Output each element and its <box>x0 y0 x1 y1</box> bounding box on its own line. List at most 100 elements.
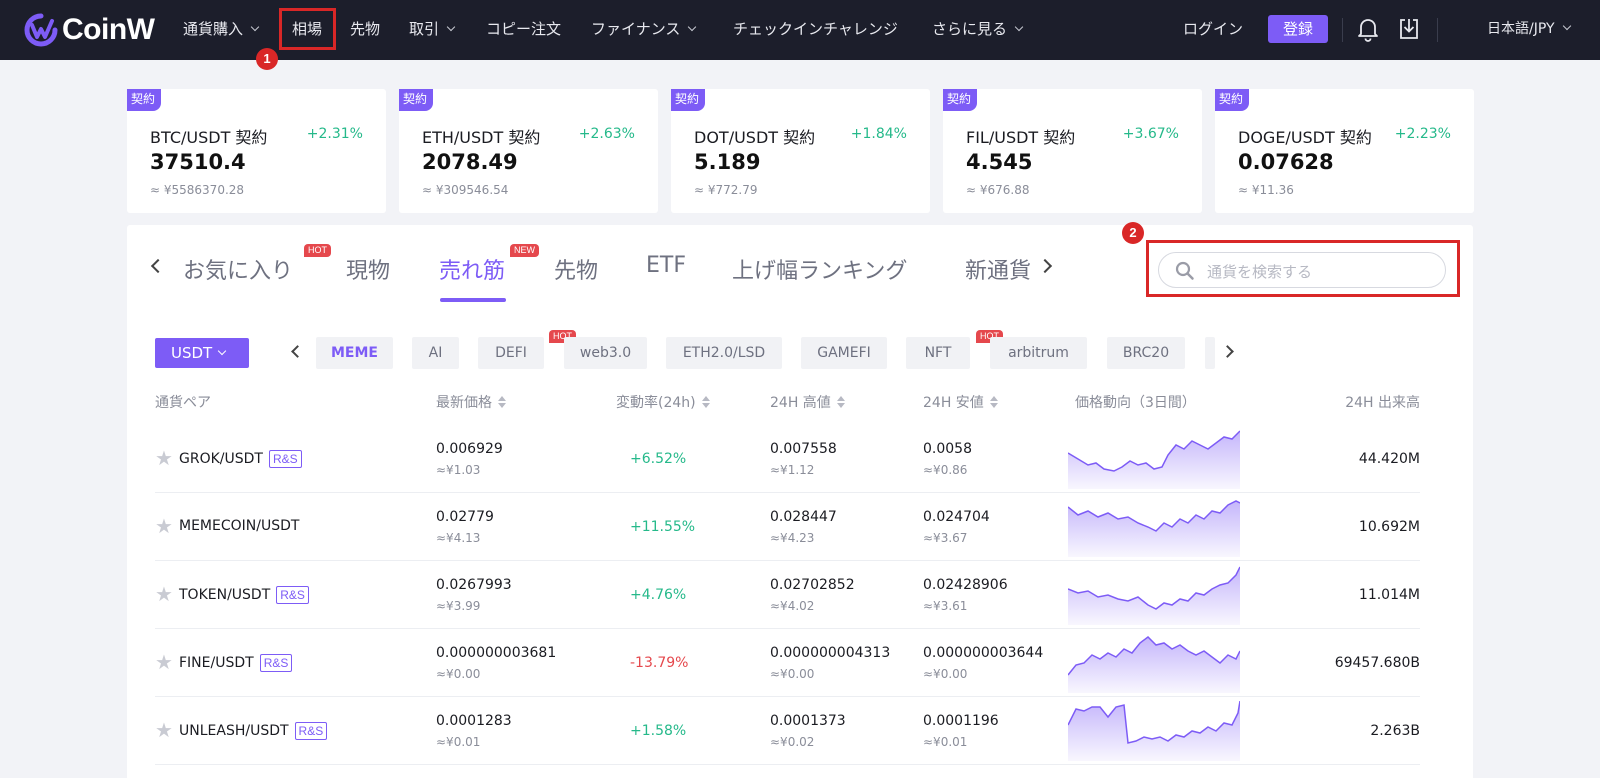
register-button[interactable]: 登録 <box>1268 15 1328 43</box>
top-nav: CoinW 通貨購入 相場 先物 取引 コピー注文 ファイナンス チェックインチ… <box>0 0 1600 60</box>
header-change[interactable]: 変動率(24h) <box>616 392 710 412</box>
language-selector[interactable]: 日本語/JPY <box>1487 18 1571 40</box>
star-icon[interactable]: ★ <box>155 584 173 604</box>
ticker-change: +2.31% <box>306 126 363 142</box>
chevron-left-icon[interactable] <box>291 345 304 358</box>
table-row[interactable]: ★ GROK/USDT R&S 0.006929 ≈¥1.03 +6.52% 0.… <box>155 425 1420 493</box>
last-price: 0.000000003681 <box>436 645 557 661</box>
sort-icon <box>701 396 710 408</box>
ticker-card[interactable]: 契約 DOT/USDT 契約 +1.84% 5.189 ≈ ¥772.79 <box>671 89 930 213</box>
category-arbitrum[interactable]: arbitrum <box>990 337 1087 369</box>
ticker-change: +2.23% <box>1394 126 1451 142</box>
star-icon[interactable]: ★ <box>155 516 173 536</box>
sort-icon <box>836 396 845 408</box>
ticker-change: +3.67% <box>1122 126 1179 142</box>
chevron-left-icon[interactable] <box>150 258 166 274</box>
change-percent: +6.52% <box>630 451 687 467</box>
volume-24h: 10.692M <box>1358 519 1420 535</box>
table-row[interactable]: ★ MEMECOIN/USDT 0.02779 ≈¥4.13 +11.55% 0… <box>155 493 1420 561</box>
ticker-card[interactable]: 契約 FIL/USDT 契約 +3.67% 4.545 ≈ ¥676.88 <box>943 89 1202 213</box>
rs-badge: R&S <box>268 450 302 468</box>
ticker-card[interactable]: 契約 ETH/USDT 契約 +2.63% 2078.49 ≈ ¥309546.… <box>399 89 658 213</box>
low-price-fiat: ≈¥3.61 <box>923 599 968 613</box>
header-high[interactable]: 24H 高値 <box>770 392 845 412</box>
pair-name: UNLEASH/USDT R&S <box>179 722 328 740</box>
category-defi[interactable]: DEFI <box>478 337 544 369</box>
table-row[interactable]: ★ UNLEASH/USDT R&S 0.0001283 ≈¥0.01 +1.58… <box>155 697 1420 765</box>
chevron-right-icon[interactable] <box>1221 345 1234 358</box>
table-row[interactable]: ★ TOKEN/USDT R&S 0.0267993 ≈¥3.99 +4.76% … <box>155 561 1420 629</box>
volume-24h: 69457.680B <box>1334 655 1420 671</box>
chevron-down-icon <box>217 346 227 356</box>
ticker-price: 37510.4 <box>150 150 246 174</box>
sort-icon <box>989 396 998 408</box>
nav-divider <box>1437 18 1438 42</box>
low-price-fiat: ≈¥0.00 <box>923 667 968 681</box>
login-link[interactable]: ログイン <box>1183 18 1243 40</box>
category-overflow <box>1205 337 1215 369</box>
last-price: 0.0001283 <box>436 713 512 729</box>
change-percent: +11.55% <box>630 519 696 535</box>
table-row[interactable]: ★ FINE/USDT R&S 0.000000003681 ≈¥0.00 -13… <box>155 629 1420 697</box>
high-price: 0.000000004313 <box>770 645 891 661</box>
bell-icon[interactable] <box>1357 16 1379 42</box>
header-price[interactable]: 最新価格 <box>436 392 506 412</box>
ticker-pair: FIL/USDT 契約 <box>966 128 1076 147</box>
chevron-down-icon <box>446 22 456 32</box>
tab-futures[interactable]: 先物 <box>554 253 598 285</box>
coinw-logo[interactable]: CoinW <box>24 12 155 48</box>
ticker-price: 5.189 <box>694 150 761 174</box>
low-price: 0.000000003644 <box>923 645 1044 661</box>
last-price-fiat: ≈¥4.13 <box>436 531 481 545</box>
pair-name: TOKEN/USDT R&S <box>179 586 309 604</box>
contract-tag: 契約 <box>127 89 162 111</box>
header-pair: 通貨ペア <box>155 395 211 411</box>
sort-icon <box>498 396 506 408</box>
star-icon[interactable]: ★ <box>155 720 173 740</box>
category-ai[interactable]: AI <box>412 337 459 369</box>
category-gamefi[interactable]: GAMEFI <box>801 337 887 369</box>
star-icon[interactable]: ★ <box>155 652 173 672</box>
ticker-change: +2.63% <box>578 126 635 142</box>
star-icon[interactable]: ★ <box>155 448 173 468</box>
last-price-fiat: ≈¥1.03 <box>436 463 481 477</box>
sparkline-chart <box>1068 430 1240 489</box>
download-icon[interactable] <box>1398 16 1420 42</box>
ticker-card[interactable]: 契約 DOGE/USDT 契約 +2.23% 0.07628 ≈ ¥11.36 <box>1215 89 1474 213</box>
category-eth2-lsd[interactable]: ETH2.0/LSD <box>666 337 782 369</box>
category-nft[interactable]: NFT <box>906 337 970 369</box>
tab-gainers-ranking[interactable]: 上げ幅ランキング <box>732 253 907 285</box>
category-web3[interactable]: web3.0 <box>564 337 647 369</box>
nav-item-futures[interactable]: 先物 <box>350 18 380 40</box>
low-price-fiat: ≈¥3.67 <box>923 531 968 545</box>
header-trend: 価格動向（3日間） <box>1075 395 1196 411</box>
nav-item-buy-crypto[interactable]: 通貨購入 <box>183 18 260 40</box>
change-percent: -13.79% <box>630 655 689 671</box>
tab-trending[interactable]: 売れ筋 <box>439 253 505 285</box>
chevron-down-icon <box>688 22 697 32</box>
tab-favorites[interactable]: お気に入り <box>183 253 293 285</box>
quote-currency-select[interactable]: USDT <box>155 338 249 368</box>
category-meme[interactable]: MEME <box>316 337 393 369</box>
sparkline-chart <box>1068 500 1240 557</box>
tab-etf[interactable]: ETF <box>646 253 686 278</box>
ticker-card[interactable]: 契約 BTC/USDT 契約 +2.31% 37510.4 ≈ ¥5586370… <box>127 89 386 213</box>
new-badge: NEW <box>510 244 539 257</box>
nav-item-more[interactable]: さらに見る <box>932 18 1024 40</box>
low-price: 0.02428906 <box>923 577 1008 593</box>
last-price-fiat: ≈¥3.99 <box>436 599 481 613</box>
category-brc20[interactable]: BRC20 <box>1107 337 1185 369</box>
nav-item-trade[interactable]: 取引 <box>409 18 456 40</box>
volume-24h: 2.263B <box>1370 723 1420 739</box>
nav-item-finance[interactable]: ファイナンス <box>591 18 697 40</box>
nav-item-copy-trading[interactable]: コピー注文 <box>486 18 561 40</box>
tab-new-listings[interactable]: 新通貨 <box>965 253 1031 285</box>
header-low[interactable]: 24H 安値 <box>923 392 998 412</box>
nav-item-checkin-challenge[interactable]: チェックインチャレンジ <box>733 18 898 40</box>
tab-spot[interactable]: 現物 <box>346 253 390 285</box>
high-price-fiat: ≈¥1.12 <box>770 463 815 477</box>
high-price-fiat: ≈¥0.00 <box>770 667 815 681</box>
sparkline-chart <box>1068 701 1240 761</box>
highlight-box-markets <box>279 8 336 50</box>
ticker-fiat: ≈ ¥676.88 <box>966 183 1030 197</box>
